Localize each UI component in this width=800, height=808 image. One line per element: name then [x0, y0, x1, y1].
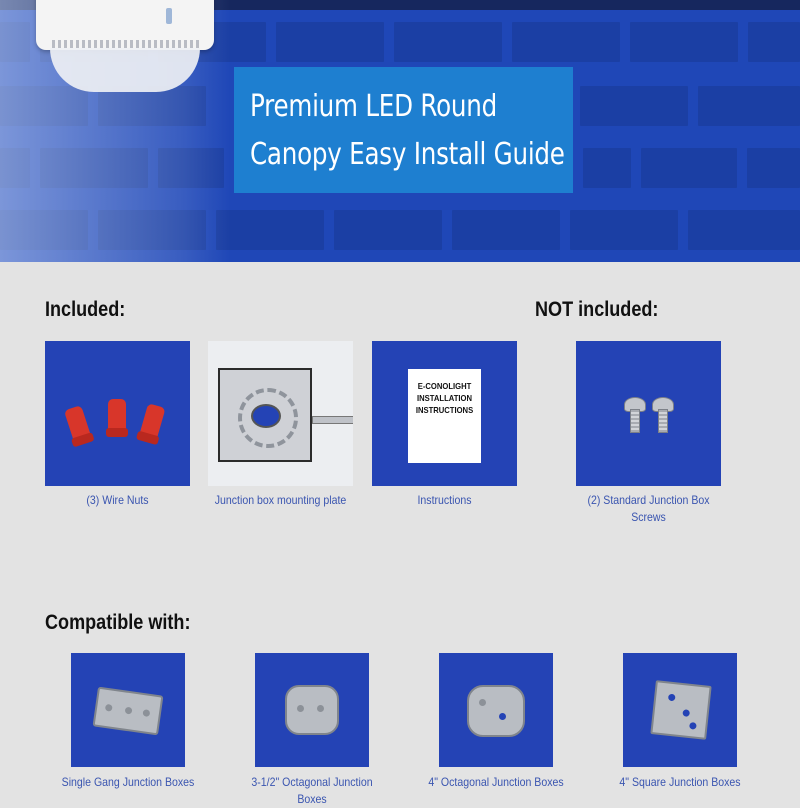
instructions-sheet-icon: E-CONOLIGHT INSTALLATION INSTRUCTIONS [408, 369, 481, 463]
sheet-text-line-1: E-CONOLIGHT [417, 381, 472, 391]
screws-caption-line-2: Screws [631, 510, 666, 524]
octagonal-4-box-tile[interactable] [439, 653, 553, 767]
hero-banner: Premium LED Round Canopy Easy Install Gu… [0, 0, 800, 262]
square-box-icon [650, 680, 712, 740]
sheet-text-line-2: INSTALLATION [417, 393, 472, 403]
wire-nuts-tile[interactable] [45, 341, 190, 486]
led-canopy-fixture-image [36, 0, 214, 50]
page-title-box: Premium LED Round Canopy Easy Install Gu… [234, 67, 573, 193]
mounting-plate-icon [218, 368, 353, 462]
wire-nuts-caption: (3) Wire Nuts [86, 493, 149, 507]
compatible-heading: Compatible with: [45, 611, 191, 634]
single-gang-box-icon [92, 686, 164, 736]
included-heading: Included: [45, 298, 126, 321]
octagonal-3-5-box-tile[interactable] [255, 653, 369, 767]
mounting-plate-caption: Junction box mounting plate [214, 493, 347, 507]
octagonal-box-icon [285, 685, 339, 735]
octagonal-3-5-caption: 3-1/2" Octagonal Junction Boxes [251, 775, 373, 806]
octagonal-4-caption: 4" Octagonal Junction Boxes [428, 775, 564, 789]
instructions-tile[interactable]: E-CONOLIGHT INSTALLATION INSTRUCTIONS [372, 341, 517, 486]
instructions-caption: Instructions [417, 493, 472, 507]
square-box-caption: 4" Square Junction Boxes [619, 775, 741, 789]
square-box-tile[interactable] [623, 653, 737, 767]
single-gang-caption: Single Gang Junction Boxes [61, 775, 195, 789]
page-title-line-2: Canopy Easy Install Guide [250, 137, 565, 172]
led-canopy-lens [50, 48, 200, 92]
screws-tile[interactable] [576, 341, 721, 486]
mounting-plate-tile[interactable] [208, 341, 353, 486]
page-title-line-1: Premium LED Round [250, 89, 497, 124]
not-included-heading: NOT included: [535, 298, 659, 321]
sheet-text-line-3: INSTRUCTIONS [415, 405, 474, 415]
screws-caption-line-1: (2) Standard Junction Box [587, 493, 710, 507]
single-gang-box-tile[interactable] [71, 653, 185, 767]
octagonal-box-icon [467, 685, 525, 737]
